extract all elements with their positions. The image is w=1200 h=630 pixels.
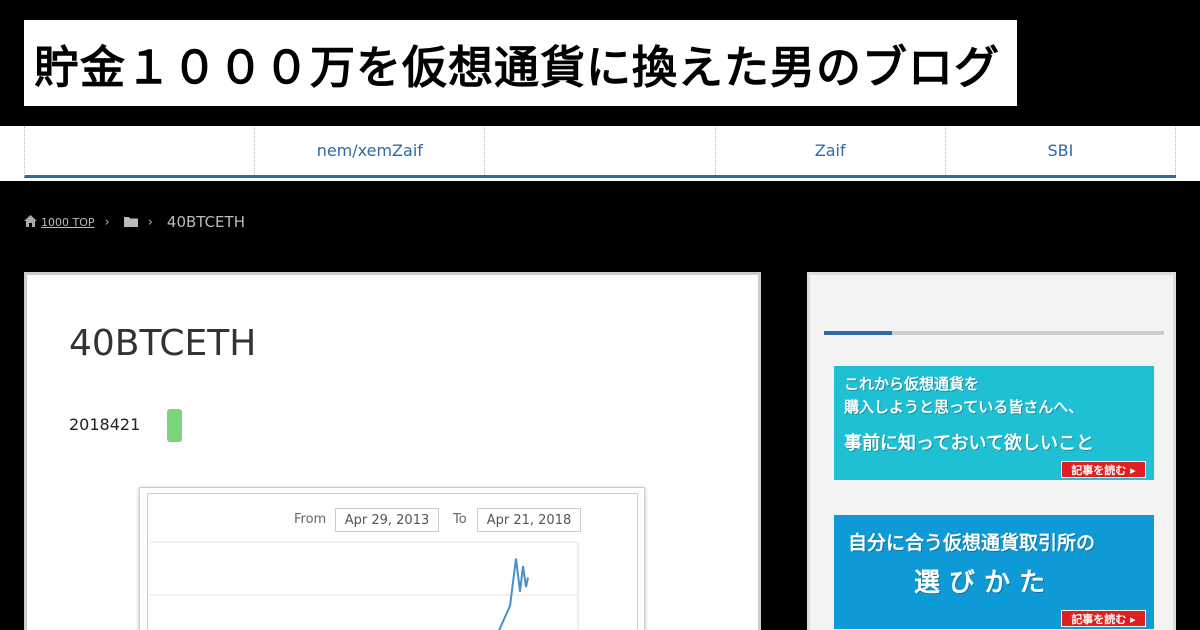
main-article: 40BTCETH 2018421 From Apr 29, 2013 To Ap… [24,272,761,630]
price-chart-widget: From Apr 29, 2013 To Apr 21, 2018 [139,487,645,630]
banner2-line2: 選 び か た [914,568,1046,598]
post-date: 2018421 [69,415,141,434]
site-title-box[interactable]: 貯金１０００万を仮想通貨に換えた男のブログ [24,20,1017,106]
banner-exchange-guide[interactable]: 自分に合う仮想通貨取引所の 選 び か た 記事を読む ▸ [834,515,1154,629]
breadcrumb-current: 40BTCETH [166,213,245,231]
price-series-line [498,558,529,630]
global-nav-list: nem/xemZaif Zaif SBI [24,126,1177,178]
nav-item-3[interactable] [485,126,716,175]
banner2-read-button[interactable]: 記事を読む ▸ [1061,610,1146,627]
nav-item-sbi[interactable]: SBI [946,126,1177,175]
banner1-line1: これから仮想通貨を [844,375,980,393]
price-chart-plot[interactable] [148,494,639,630]
nav-item-1[interactable] [25,126,256,175]
nav-item-zaif[interactable]: Zaif [716,126,946,175]
folder-icon[interactable] [123,213,138,231]
nav-item-nem-xem-zaif[interactable]: nem/xemZaif [255,126,486,175]
banner-before-buying[interactable]: これから仮想通貨を 購入しようと思っている皆さんへ、 事前に知っておいて欲しいこ… [834,366,1154,480]
banner2-line1: 自分に合う仮想通貨取引所の [848,532,1096,554]
sidebar: これから仮想通貨を 購入しようと思っている皆さんへ、 事前に知っておいて欲しいこ… [807,272,1176,630]
global-nav: nem/xemZaif Zaif SBI [0,126,1200,181]
site-title[interactable]: 貯金１０００万を仮想通貨に換えた男のブログ [34,31,1000,96]
banner1-read-button[interactable]: 記事を読む ▸ [1061,461,1146,478]
home-icon [24,213,37,231]
banner1-line2: 購入しようと思っている皆さんへ、 [844,398,1084,416]
banner1-line3: 事前に知っておいて欲しいこと [844,433,1095,454]
price-chart-inner: From Apr 29, 2013 To Apr 21, 2018 [147,493,638,630]
breadcrumb: 1000 TOP › › 40BTCETH [24,212,245,232]
post-title: 40BTCETH [69,323,257,364]
chevron-right-icon: › [104,214,110,230]
site-header: 貯金１０００万を仮想通貨に換えた男のブログ [0,0,1200,126]
breadcrumb-home-link[interactable]: 1000 TOP [41,216,95,229]
date-badge [167,409,182,442]
widget-title-underline-accent [824,331,892,335]
chevron-right-icon: › [147,214,153,230]
